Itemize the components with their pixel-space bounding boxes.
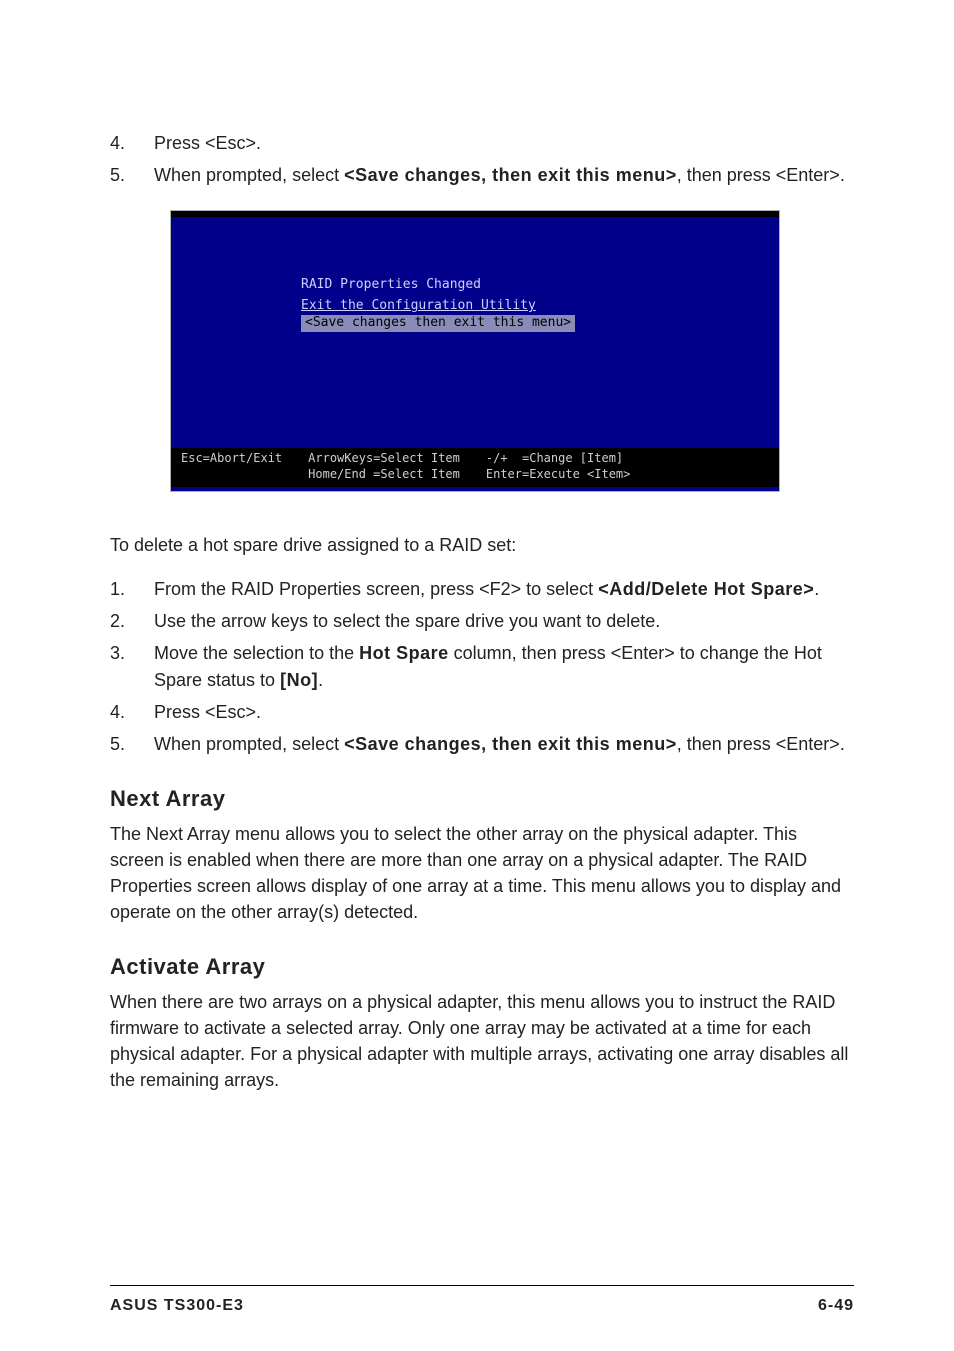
step-text-bold: Hot Spare: [359, 643, 449, 663]
step-body: When prompted, select <Save changes, the…: [154, 162, 854, 188]
step-text: .: [814, 579, 819, 599]
screenshot-topbar: [171, 211, 779, 217]
step-item: 5.When prompted, select <Save changes, t…: [110, 162, 854, 188]
steps-list-top: 4.Press <Esc>.5.When prompted, select <S…: [110, 130, 854, 188]
step-item: 1.From the RAID Properties screen, press…: [110, 576, 854, 602]
step-item: 3.Move the selection to the Hot Spare co…: [110, 640, 854, 692]
step-number: 5.: [110, 162, 154, 188]
step-text: Press <Esc>.: [154, 702, 261, 722]
raid-title: RAID Properties Changed: [301, 277, 769, 294]
step-text-bold: [No]: [280, 670, 318, 690]
step-item: 4.Press <Esc>.: [110, 130, 854, 156]
step-item: 5.When prompted, select <Save changes, t…: [110, 731, 854, 757]
step-body: From the RAID Properties screen, press <…: [154, 576, 854, 602]
step-body: Press <Esc>.: [154, 130, 854, 156]
step-text: When prompted, select: [154, 165, 344, 185]
step-body: Press <Esc>.: [154, 699, 854, 725]
step-number: 4.: [110, 699, 154, 725]
page-footer: ASUS TS300-E3 6-49: [110, 1285, 854, 1317]
bottom-col-3: -/+ =Change [Item] Enter=Execute <Item>: [486, 451, 631, 482]
step-text-bold: <Add/Delete Hot Spare>: [598, 579, 814, 599]
delete-intro: To delete a hot spare drive assigned to …: [110, 532, 854, 558]
step-number: 4.: [110, 130, 154, 156]
step-text: From the RAID Properties screen, press <…: [154, 579, 598, 599]
raid-subtitle: Exit the Configuration Utility: [301, 298, 769, 315]
step-text: Move the selection to the: [154, 643, 359, 663]
step-text: Press <Esc>.: [154, 133, 261, 153]
step-body: When prompted, select <Save changes, the…: [154, 731, 854, 757]
bottom-col-2: ArrowKeys=Select Item Home/End =Select I…: [308, 451, 460, 482]
step-text: , then press <Enter>.: [677, 165, 845, 185]
next-array-heading: Next Array: [110, 783, 854, 815]
step-text-bold: <Save changes, then exit this menu>: [344, 734, 677, 754]
footer-right: 6-49: [818, 1294, 854, 1317]
step-number: 3.: [110, 640, 154, 692]
step-body: Move the selection to the Hot Spare colu…: [154, 640, 854, 692]
steps-list-bottom: 1.From the RAID Properties screen, press…: [110, 576, 854, 757]
activate-array-body: When there are two arrays on a physical …: [110, 989, 854, 1093]
step-body: Use the arrow keys to select the spare d…: [154, 608, 854, 634]
bottom-col-1: Esc=Abort/Exit: [181, 451, 282, 482]
step-number: 2.: [110, 608, 154, 634]
step-text: .: [318, 670, 323, 690]
next-array-body: The Next Array menu allows you to select…: [110, 821, 854, 925]
step-text: Use the arrow keys to select the spare d…: [154, 611, 660, 631]
step-item: 2.Use the arrow keys to select the spare…: [110, 608, 854, 634]
bios-screenshot-frame: RAID Properties Changed Exit the Configu…: [170, 210, 780, 492]
page: 4.Press <Esc>.5.When prompted, select <S…: [0, 0, 954, 1351]
step-text: , then press <Enter>.: [677, 734, 845, 754]
activate-array-heading: Activate Array: [110, 951, 854, 983]
footer-left: ASUS TS300-E3: [110, 1294, 244, 1317]
step-item: 4.Press <Esc>.: [110, 699, 854, 725]
screenshot-bottom-bar: Esc=Abort/Exit ArrowKeys=Select Item Hom…: [171, 448, 779, 487]
raid-selected-option: <Save changes then exit this menu>: [301, 315, 575, 332]
step-number: 1.: [110, 576, 154, 602]
step-number: 5.: [110, 731, 154, 757]
bios-screenshot: RAID Properties Changed Exit the Configu…: [171, 211, 779, 491]
step-text-bold: <Save changes, then exit this menu>: [344, 165, 677, 185]
step-text: When prompted, select: [154, 734, 344, 754]
